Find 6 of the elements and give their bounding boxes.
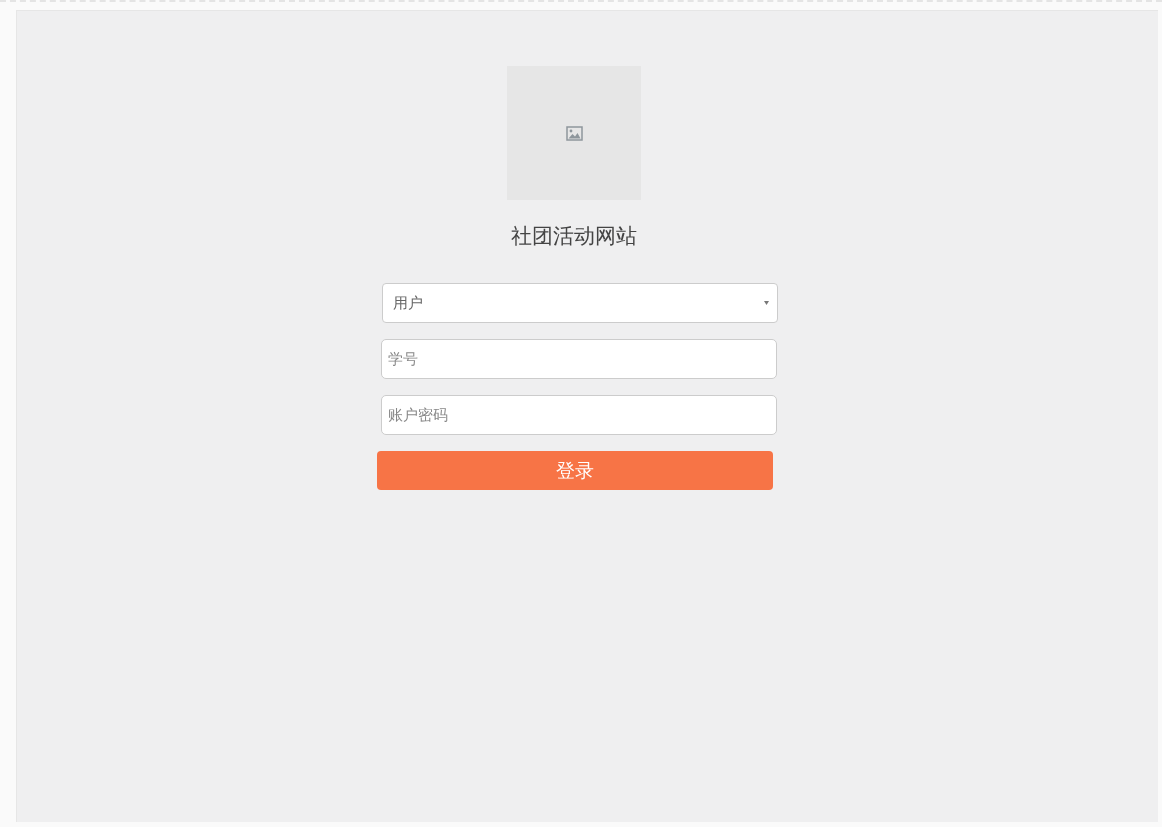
site-title: 社团活动网站	[511, 223, 637, 250]
student-id-field[interactable]: 学号	[381, 339, 777, 379]
role-select[interactable]: 用户	[382, 283, 778, 323]
password-field[interactable]: 账户密码	[381, 395, 777, 435]
caret-icon	[764, 301, 769, 305]
image-icon	[565, 125, 583, 141]
